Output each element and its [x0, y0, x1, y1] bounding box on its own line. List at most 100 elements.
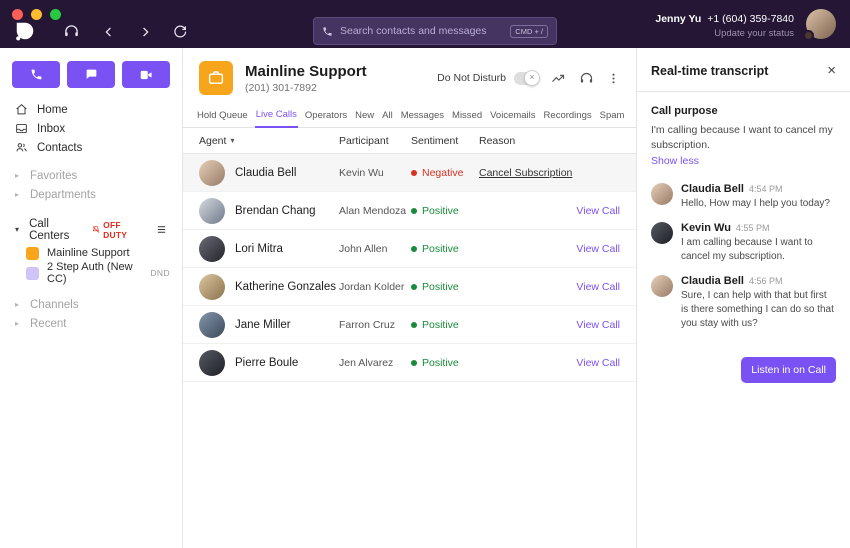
forward-icon[interactable]	[138, 25, 152, 39]
sentiment-dot-icon	[411, 322, 417, 328]
new-call-button[interactable]	[12, 61, 60, 88]
view-call-link[interactable]: View Call	[576, 243, 620, 255]
sidebar: Home Inbox Contacts ▸ Favorites ▸ Depart…	[0, 48, 183, 548]
tab-spam[interactable]: Spam	[599, 110, 626, 127]
sentiment-dot-icon	[411, 360, 417, 366]
sentiment-cell: Positive	[411, 281, 479, 293]
message-time: 4:54 PM	[749, 184, 783, 194]
agent-cell: Katherine Gonzales	[199, 274, 339, 300]
tab-hold-queue[interactable]: Hold Queue	[196, 110, 249, 127]
agent-cell: Jane Miller	[199, 312, 339, 338]
tab-all[interactable]: All	[381, 110, 394, 127]
sentiment-label: Positive	[422, 357, 459, 369]
sidebar-section-channels[interactable]: ▸ Channels	[0, 295, 182, 314]
do-not-disturb-toggle[interactable]: ×	[514, 72, 538, 85]
sidebar-item-2-step-auth[interactable]: 2 Step Auth (New CC) DND	[0, 263, 182, 283]
table-row[interactable]: Pierre Boule Jen Alvarez Positive View C…	[183, 344, 636, 382]
reason-link[interactable]: Cancel Subscription	[479, 167, 572, 179]
user-phone: +1 (604) 359-7840	[707, 13, 794, 25]
search-input[interactable]	[340, 25, 503, 37]
menu-icon[interactable]	[156, 224, 167, 235]
speaker-name: Kevin Wu	[681, 222, 731, 234]
call-center-label: 2 Step Auth (New CC)	[47, 261, 142, 285]
search-shortcut-badge: CMD + /	[510, 25, 548, 38]
sidebar-item-home[interactable]: Home	[0, 100, 182, 119]
refresh-icon[interactable]	[172, 23, 188, 39]
sidebar-item-inbox[interactable]: Inbox	[0, 119, 182, 138]
column-header-sentiment: Sentiment	[411, 135, 479, 147]
avatar	[199, 198, 225, 224]
tab-new[interactable]: New	[354, 110, 375, 127]
agent-name: Jane Miller	[235, 319, 291, 331]
back-icon[interactable]	[102, 25, 116, 39]
tab-live-calls[interactable]: Live Calls	[255, 109, 298, 128]
table-row[interactable]: Claudia Bell Kevin Wu Negative Cancel Su…	[183, 154, 636, 192]
off-duty-badge[interactable]: OFF DUTY	[92, 220, 142, 240]
trending-up-icon[interactable]	[551, 71, 566, 86]
zoom-window-button[interactable]	[50, 9, 61, 20]
window-controls	[12, 9, 61, 20]
sidebar-item-label: Contacts	[37, 142, 82, 154]
avatar	[199, 274, 225, 300]
view-call-link[interactable]: View Call	[576, 281, 620, 293]
tab-missed[interactable]: Missed	[451, 110, 483, 127]
briefcase-icon	[199, 61, 233, 95]
page-phone-number: (201) 301-7892	[245, 82, 367, 94]
avatar	[199, 350, 225, 376]
call-center-label: Mainline Support	[47, 247, 130, 259]
search-bar[interactable]: CMD + /	[313, 17, 557, 45]
column-header-agent[interactable]: Agent ▾	[199, 135, 339, 147]
participant-name: Jordan Kolder	[339, 281, 411, 293]
tab-voicemails[interactable]: Voicemails	[489, 110, 536, 127]
new-video-button[interactable]	[122, 61, 170, 88]
table-row[interactable]: Lori Mitra John Allen Positive View Call	[183, 230, 636, 268]
participant-name: Kevin Wu	[339, 167, 411, 179]
home-icon	[15, 103, 28, 116]
tab-operators[interactable]: Operators	[304, 110, 348, 127]
view-call-link[interactable]: View Call	[576, 319, 620, 331]
user-name: Jenny Yu	[655, 13, 701, 25]
sidebar-item-contacts[interactable]: Contacts	[0, 138, 182, 157]
table-row[interactable]: Jane Miller Farron Cruz Positive View Ca…	[183, 306, 636, 344]
transcript-messages: Claudia Bell 4:54 PM Hello, How may I he…	[651, 183, 836, 331]
close-window-button[interactable]	[12, 9, 23, 20]
sort-caret-icon: ▾	[230, 136, 234, 145]
sentiment-dot-icon	[411, 208, 417, 214]
view-call-link[interactable]: View Call	[576, 357, 620, 369]
tab-messages[interactable]: Messages	[400, 110, 445, 127]
sentiment-label: Positive	[422, 319, 459, 331]
agent-cell: Lori Mitra	[199, 236, 339, 262]
avatar	[651, 183, 673, 205]
agent-name: Lori Mitra	[235, 243, 283, 255]
avatar	[199, 160, 225, 186]
column-header-reason: Reason	[479, 135, 620, 147]
table-row[interactable]: Katherine Gonzales Jordan Kolder Positiv…	[183, 268, 636, 306]
listen-in-on-call-button[interactable]: Listen in on Call	[741, 357, 836, 383]
tab-recordings[interactable]: Recordings	[543, 110, 593, 127]
sidebar-section-departments[interactable]: ▸ Departments	[0, 185, 182, 204]
sidebar-section-call-centers[interactable]: ▾ Call Centers OFF DUTY	[0, 220, 182, 239]
table-header: Agent ▾ Participant Sentiment Reason	[183, 128, 636, 154]
sidebar-item-mainline-support[interactable]: Mainline Support	[0, 243, 182, 263]
sentiment-dot-icon	[411, 284, 417, 290]
close-icon[interactable]: ×	[827, 63, 836, 78]
show-less-link[interactable]: Show less	[651, 155, 699, 167]
view-call-link[interactable]: View Call	[576, 205, 620, 217]
kebab-menu-icon[interactable]	[607, 72, 620, 85]
agent-name: Brendan Chang	[235, 205, 316, 217]
minimize-window-button[interactable]	[31, 9, 42, 20]
call-center-header: Mainline Support (201) 301-7892 Do Not D…	[183, 48, 636, 104]
headset-icon[interactable]	[63, 23, 80, 40]
do-not-disturb-label: Do Not Disturb	[437, 72, 506, 84]
sidebar-section-favorites[interactable]: ▸ Favorites	[0, 166, 182, 185]
table-row[interactable]: Brendan Chang Alan Mendoza Positive View…	[183, 192, 636, 230]
update-status-link[interactable]: Update your status	[655, 28, 794, 39]
transcript-panel: Real-time transcript × Call purpose I'm …	[637, 48, 850, 548]
message-time: 4:56 PM	[749, 276, 783, 286]
speaker-name: Claudia Bell	[681, 275, 744, 287]
user-info: Jenny Yu +1 (604) 359-7840 Update your s…	[655, 13, 794, 39]
headset-icon[interactable]	[579, 71, 594, 86]
sidebar-section-recent[interactable]: ▸ Recent	[0, 314, 182, 333]
user-avatar[interactable]	[806, 9, 836, 39]
new-message-button[interactable]	[67, 61, 115, 88]
